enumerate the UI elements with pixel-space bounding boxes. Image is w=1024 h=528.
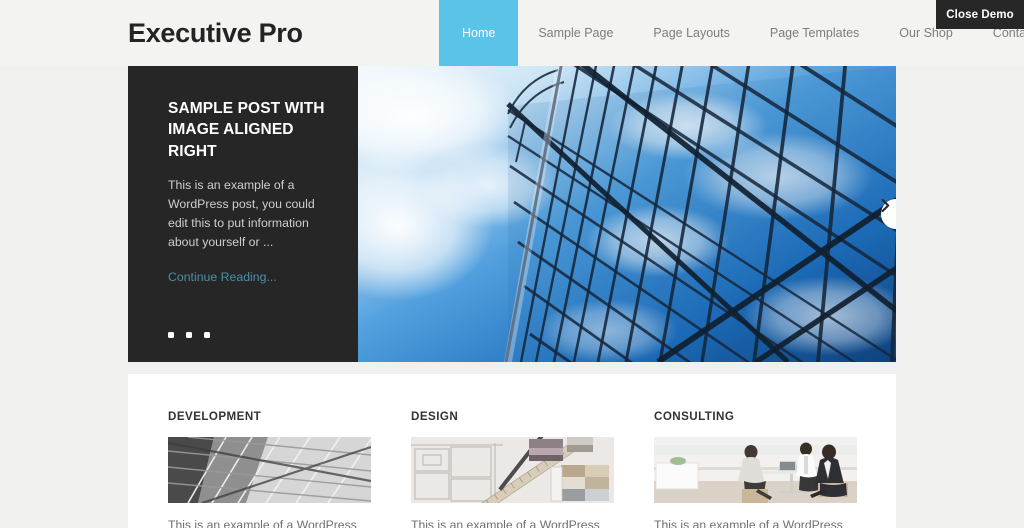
nav-item-page-templates[interactable]: Page Templates — [750, 0, 879, 66]
feature-design: Design — [411, 410, 614, 528]
feature-text: This is an example of a WordPress page. — [654, 518, 843, 528]
feature-title: Development — [168, 410, 262, 423]
page-root: Close Demo Executive Pro Home Sample Pag… — [0, 0, 1024, 528]
feature-consulting: Consulting — [654, 410, 857, 528]
slider-dot-2[interactable] — [186, 332, 192, 338]
slide-image — [358, 66, 896, 362]
feature-columns: Development — [128, 374, 896, 528]
feature-image-design — [411, 437, 614, 503]
feature-image-consulting — [654, 437, 857, 503]
feature-title: Design — [411, 410, 459, 423]
continue-reading-link[interactable]: Continue Reading... — [168, 270, 277, 284]
close-demo-button[interactable]: Close Demo — [936, 0, 1024, 29]
slider-pagination — [168, 332, 210, 338]
nav-item-sample-page[interactable]: Sample Page — [518, 0, 633, 66]
slide-excerpt: This is an example of a WordPress post, … — [168, 178, 315, 250]
slide-title: Sample Post With Image Aligned Right — [168, 100, 325, 160]
hero-slider: Sample Post With Image Aligned Right Thi… — [128, 66, 896, 362]
slide-caption: Sample Post With Image Aligned Right Thi… — [128, 66, 358, 362]
nav-item-page-layouts[interactable]: Page Layouts — [633, 0, 749, 66]
slider-dot-1[interactable] — [168, 332, 174, 338]
slide-image-artwork — [358, 66, 896, 362]
nav-item-home[interactable]: Home — [439, 0, 519, 66]
feature-title: Consulting — [654, 410, 735, 423]
site-title: Executive Pro — [128, 18, 303, 48]
feature-text: This is an example of a WordPress page. — [168, 518, 357, 528]
chevron-right-icon — [881, 199, 890, 212]
feature-development: Development — [168, 410, 371, 528]
feature-image-development — [168, 437, 371, 503]
slider-dot-3[interactable] — [204, 332, 210, 338]
site-header: Executive Pro Home Sample Page Page Layo… — [0, 0, 1024, 66]
feature-text: This is an example of a WordPress page. — [411, 518, 600, 528]
